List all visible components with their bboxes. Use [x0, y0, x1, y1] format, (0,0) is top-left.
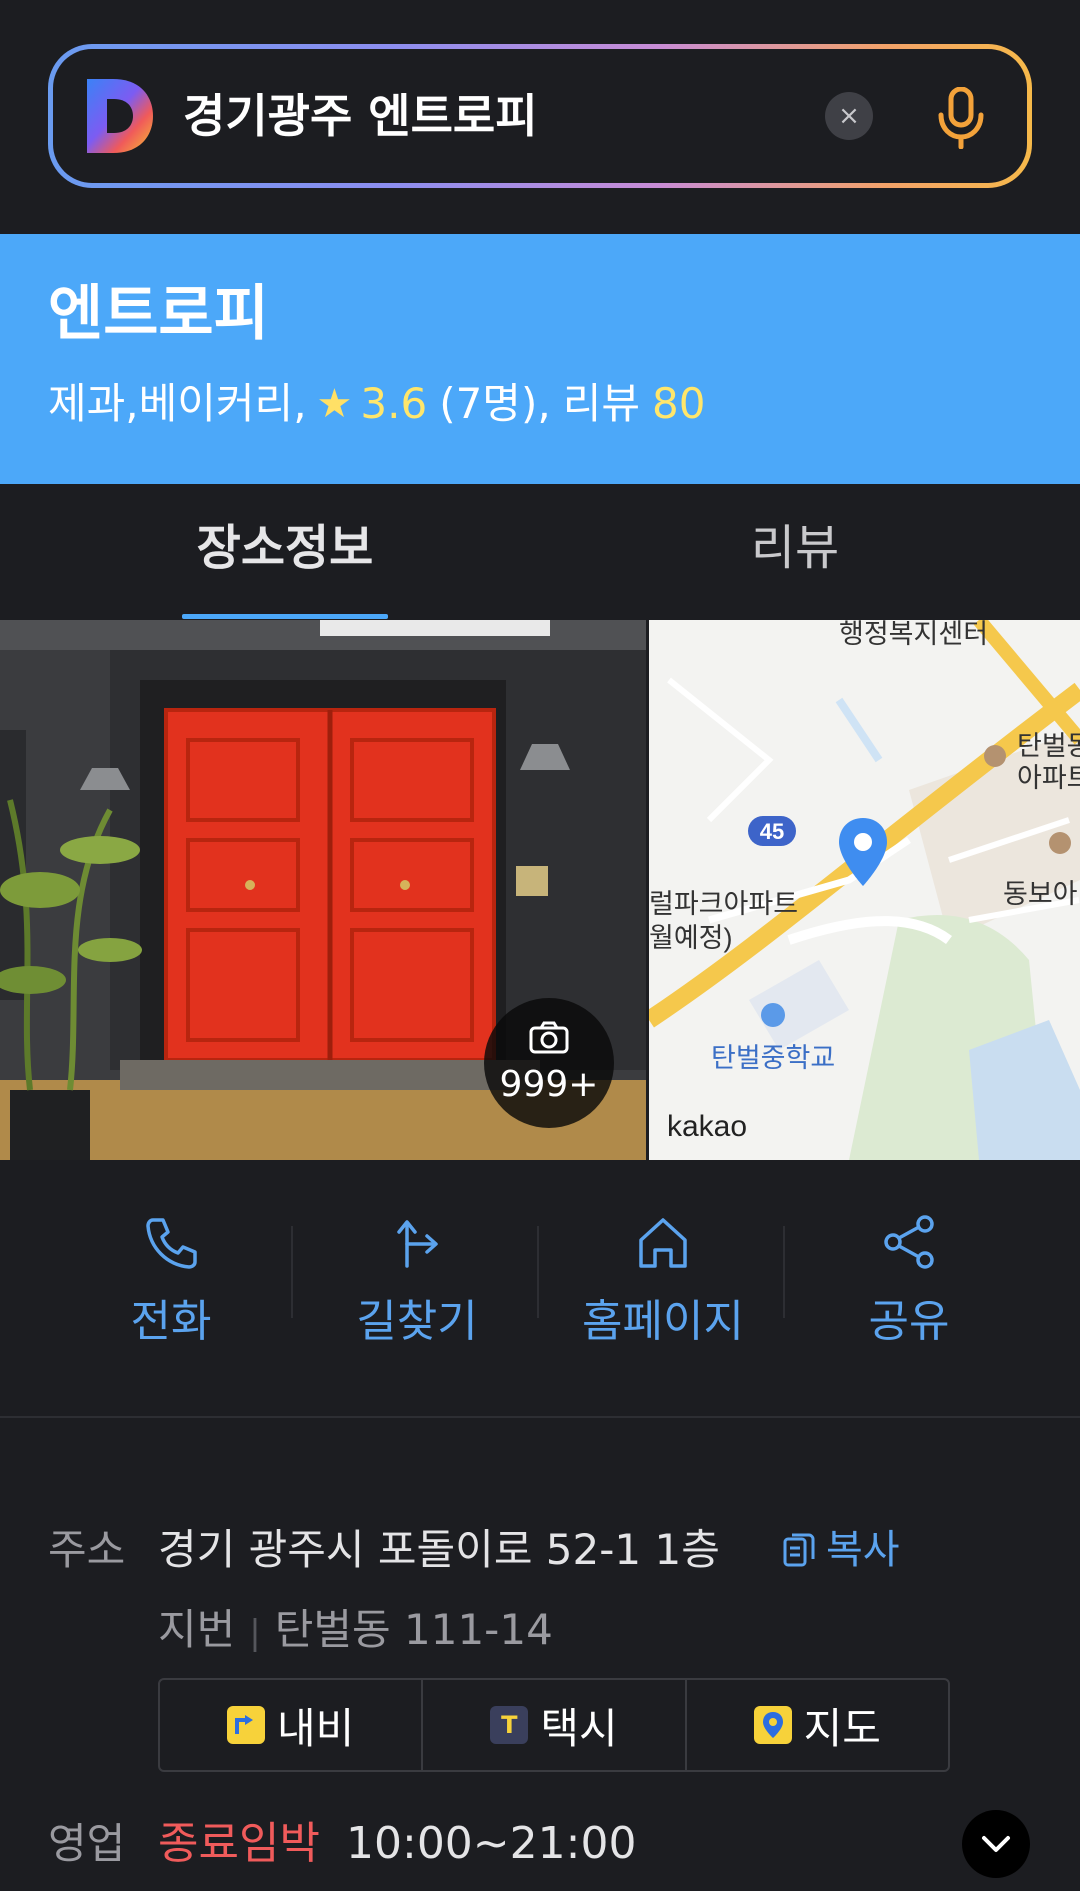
taxi-label: 택시: [540, 1703, 618, 1753]
chevron-down-icon: [982, 1836, 1010, 1852]
photo-count-badge[interactable]: 999+: [484, 998, 614, 1128]
map-label: 탄벌중학교: [711, 1043, 836, 1073]
review-label: 리뷰: [562, 379, 640, 428]
separator: |: [249, 1613, 261, 1653]
divider: [537, 1226, 539, 1318]
expand-hours-button[interactable]: [962, 1810, 1030, 1878]
map-label: 동보아: [1003, 879, 1078, 909]
share-button[interactable]: 공유: [786, 1200, 1032, 1350]
map-pin-icon: [753, 1706, 792, 1744]
navigation-options: 내비 T 택시 지도: [158, 1678, 950, 1772]
star-icon: ★: [316, 381, 353, 427]
location-pin-icon: [839, 818, 887, 886]
hours-label: 영업: [48, 1819, 126, 1868]
lot-label: 지번: [158, 1605, 236, 1654]
daum-logo-icon: [87, 79, 153, 153]
hours-time: 10:00~21:00: [346, 1818, 637, 1869]
home-icon: [639, 1218, 687, 1268]
map-label: 지도: [803, 1703, 881, 1753]
tab-bar: 장소정보 리뷰: [0, 484, 1080, 620]
rating-value: 3.6: [360, 379, 428, 428]
address-text: 경기 광주시 포돌이로 52-1 1층: [158, 1525, 720, 1574]
copy-label: 복사: [826, 1527, 900, 1573]
directions-label: 길찾기: [356, 1296, 478, 1347]
directions-icon: [397, 1220, 438, 1268]
active-tab-indicator: [182, 614, 388, 619]
tab-review[interactable]: 리뷰: [690, 484, 900, 620]
map-label: 월예정): [649, 923, 733, 953]
copy-icon: [783, 1533, 815, 1567]
action-bar: 전화 길찾기 홈페이지 공유: [0, 1200, 1080, 1390]
share-icon: [884, 1215, 934, 1269]
call-button[interactable]: 전화: [48, 1200, 294, 1350]
phone-icon: [146, 1218, 197, 1269]
navi-button[interactable]: 내비: [160, 1680, 424, 1770]
section-divider: [0, 1416, 1080, 1418]
review-count[interactable]: 80: [652, 374, 705, 434]
directions-button[interactable]: 길찾기: [294, 1200, 540, 1350]
road-number: 45: [760, 819, 784, 844]
copy-button[interactable]: 복사: [782, 1520, 900, 1580]
rating-count: (7명),: [439, 379, 551, 428]
search-query[interactable]: 경기광주 엔트로피: [183, 79, 538, 153]
navi-label: 내비: [277, 1703, 355, 1753]
photo-count: 999+: [499, 1064, 599, 1105]
lot-address: 탄벌동 111-14: [274, 1605, 553, 1654]
homepage-button[interactable]: 홈페이지: [540, 1200, 786, 1350]
place-category: 제과,베이커리,: [48, 379, 307, 428]
search-bar[interactable]: 경기광주 엔트로피 ×: [48, 44, 1032, 188]
share-label: 공유: [868, 1296, 950, 1347]
map-label: 행정복지센터: [839, 620, 989, 649]
camera-icon: [529, 1021, 569, 1054]
location-map[interactable]: 45 행정복지센터 탄벌동 아파트 동보아 럴파크아파트 월예정) 탄벌중학교 …: [649, 620, 1080, 1160]
homepage-label: 홈페이지: [582, 1296, 744, 1347]
taxi-button[interactable]: T 택시: [423, 1680, 687, 1770]
search-bar-inner: 경기광주 엔트로피 ×: [53, 49, 1027, 183]
hours-status: 종료임박: [158, 1818, 320, 1869]
taxi-icon: T: [490, 1706, 529, 1744]
place-name: 엔트로피: [48, 279, 269, 349]
tab-place-info[interactable]: 장소정보: [180, 484, 390, 620]
divider: [783, 1226, 785, 1318]
map-button[interactable]: 지도: [687, 1680, 948, 1770]
call-label: 전화: [130, 1296, 212, 1347]
map-label: 아파트: [1017, 763, 1080, 793]
lot-address-row: 지번 | 탄벌동 111-14: [158, 1600, 553, 1663]
clear-icon[interactable]: ×: [825, 92, 873, 140]
place-header: 엔트로피 제과,베이커리, ★ 3.6 (7명), 리뷰 80: [0, 234, 1080, 484]
address-label: 주소: [48, 1525, 126, 1574]
divider: [291, 1226, 293, 1318]
place-meta: 제과,베이커리, ★ 3.6 (7명), 리뷰 80: [48, 374, 705, 434]
microphone-icon[interactable]: [935, 87, 987, 149]
map-watermark: kakao: [667, 1110, 748, 1143]
navi-icon: [227, 1706, 266, 1744]
